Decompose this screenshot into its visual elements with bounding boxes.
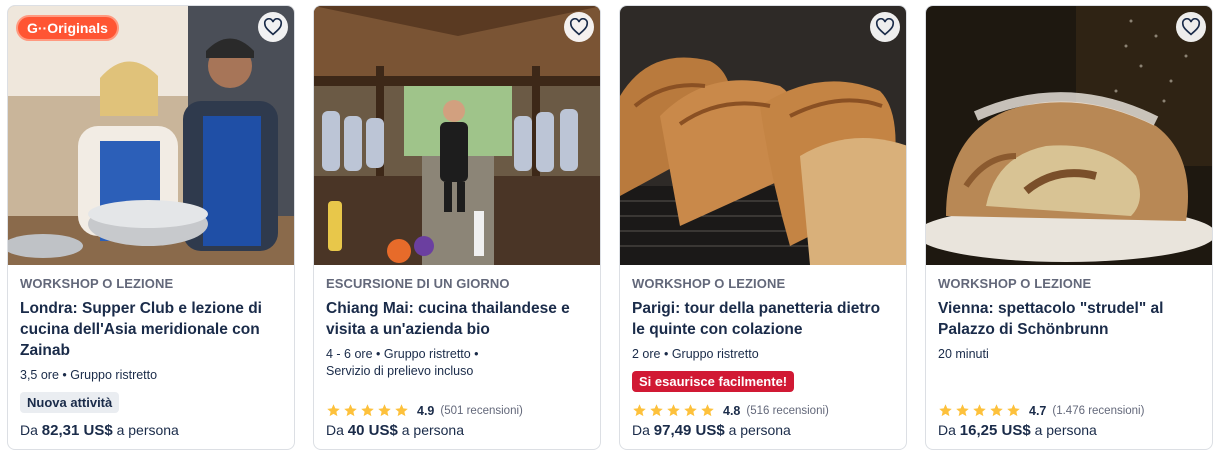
- review-count: (1.476 recensioni): [1052, 404, 1145, 417]
- price-value: 16,25 US$: [959, 422, 1031, 439]
- activity-meta-line: Servizio di prelievo incluso: [326, 364, 474, 378]
- bakery-bread-photo: [620, 6, 906, 265]
- rating-value: 4.7: [1029, 403, 1047, 418]
- activity-card-london[interactable]: G··Originals WORKSHOP O LEZIONE Londra: …: [7, 5, 295, 450]
- activity-card-paris[interactable]: WORKSHOP O LEZIONE Parigi: tour della pa…: [619, 5, 907, 450]
- price-value: 40 US$: [347, 422, 398, 439]
- price-prefix: Da: [20, 422, 38, 438]
- activity-title[interactable]: Chiang Mai: cucina thailandese e visita …: [326, 298, 588, 340]
- activity-photo[interactable]: [314, 6, 600, 265]
- price-value: 82,31 US$: [41, 422, 113, 439]
- star-icon: [361, 404, 374, 417]
- star-rating-icons: [938, 403, 1023, 418]
- star-icon: [395, 404, 408, 417]
- cooking-class-photo: [8, 6, 294, 265]
- activity-photo[interactable]: G··Originals: [8, 6, 294, 265]
- star-rating-icons: [326, 403, 411, 418]
- activity-photo[interactable]: [620, 6, 906, 265]
- wishlist-heart-icon[interactable]: [870, 12, 900, 42]
- activity-category: WORKSHOP O LEZIONE: [632, 276, 786, 291]
- wishlist-heart-icon[interactable]: [564, 12, 594, 42]
- thai-cooking-photo: [314, 6, 600, 265]
- likely-to-sell-out-badge: Si esaurisce facilmente!: [632, 371, 795, 392]
- star-icon: [1007, 404, 1020, 417]
- activity-title[interactable]: Vienna: spettacolo "strudel" al Palazzo …: [938, 298, 1200, 340]
- activity-price: Da 97,49 US$ a persona: [632, 422, 791, 439]
- wishlist-heart-icon[interactable]: [1176, 12, 1206, 42]
- wishlist-heart-icon[interactable]: [258, 12, 288, 42]
- originals-badge: G··Originals: [16, 15, 119, 41]
- new-activity-badge: Nuova attività: [20, 392, 120, 413]
- price-suffix: a persona: [1034, 422, 1097, 438]
- star-icon: [327, 404, 340, 417]
- activity-meta: 3,5 ore • Gruppo ristretto: [20, 368, 158, 382]
- price-prefix: Da: [326, 422, 344, 438]
- star-icon: [939, 404, 952, 417]
- review-count: (501 recensioni): [440, 404, 523, 417]
- rating-value: 4.9: [417, 403, 435, 418]
- star-icon: [956, 404, 969, 417]
- activity-card-chiang-mai[interactable]: ESCURSIONE DI UN GIORNO Chiang Mai: cuci…: [313, 5, 601, 450]
- price-prefix: Da: [632, 422, 650, 438]
- rating-value: 4.8: [723, 403, 741, 418]
- activity-category: ESCURSIONE DI UN GIORNO: [326, 276, 510, 291]
- activity-meta-line: 4 - 6 ore • Gruppo ristretto •: [326, 347, 479, 361]
- activity-title[interactable]: Parigi: tour della panetteria dietro le …: [632, 298, 894, 340]
- activity-meta: 4 - 6 ore • Gruppo ristretto • Servizio …: [326, 346, 588, 380]
- activity-rating: 4.7 (1.476 recensioni): [938, 403, 1144, 418]
- activity-meta: 20 minuti: [938, 347, 989, 361]
- activity-cards-grid: G··Originals WORKSHOP O LEZIONE Londra: …: [0, 0, 1220, 456]
- activity-rating: 4.8 (516 recensioni): [632, 403, 829, 418]
- star-icon: [378, 404, 391, 417]
- activity-price: Da 16,25 US$ a persona: [938, 422, 1097, 439]
- review-count: (516 recensioni): [746, 404, 829, 417]
- activity-photo[interactable]: [926, 6, 1212, 265]
- star-rating-icons: [632, 403, 717, 418]
- price-suffix: a persona: [116, 422, 179, 438]
- star-icon: [701, 404, 714, 417]
- star-icon: [633, 404, 646, 417]
- star-icon: [684, 404, 697, 417]
- star-icon: [667, 404, 680, 417]
- activity-card-vienna[interactable]: WORKSHOP O LEZIONE Vienna: spettacolo "s…: [925, 5, 1213, 450]
- price-suffix: a persona: [401, 422, 465, 438]
- activity-meta: 2 ore • Gruppo ristretto: [632, 347, 759, 361]
- strudel-photo: [926, 6, 1212, 265]
- activity-category: WORKSHOP O LEZIONE: [938, 276, 1092, 291]
- activity-category: WORKSHOP O LEZIONE: [20, 276, 174, 291]
- activity-price: Da 82,31 US$ a persona: [20, 422, 179, 439]
- price-prefix: Da: [938, 422, 956, 438]
- price-suffix: a persona: [728, 422, 791, 438]
- activity-rating: 4.9 (501 recensioni): [326, 403, 523, 418]
- star-icon: [990, 404, 1003, 417]
- activity-price: Da 40 US$ a persona: [326, 422, 464, 439]
- star-icon: [650, 404, 663, 417]
- star-icon: [344, 404, 357, 417]
- activity-title[interactable]: Londra: Supper Club e lezione di cucina …: [20, 298, 282, 361]
- price-value: 97,49 US$: [653, 422, 725, 439]
- star-icon: [973, 404, 986, 417]
